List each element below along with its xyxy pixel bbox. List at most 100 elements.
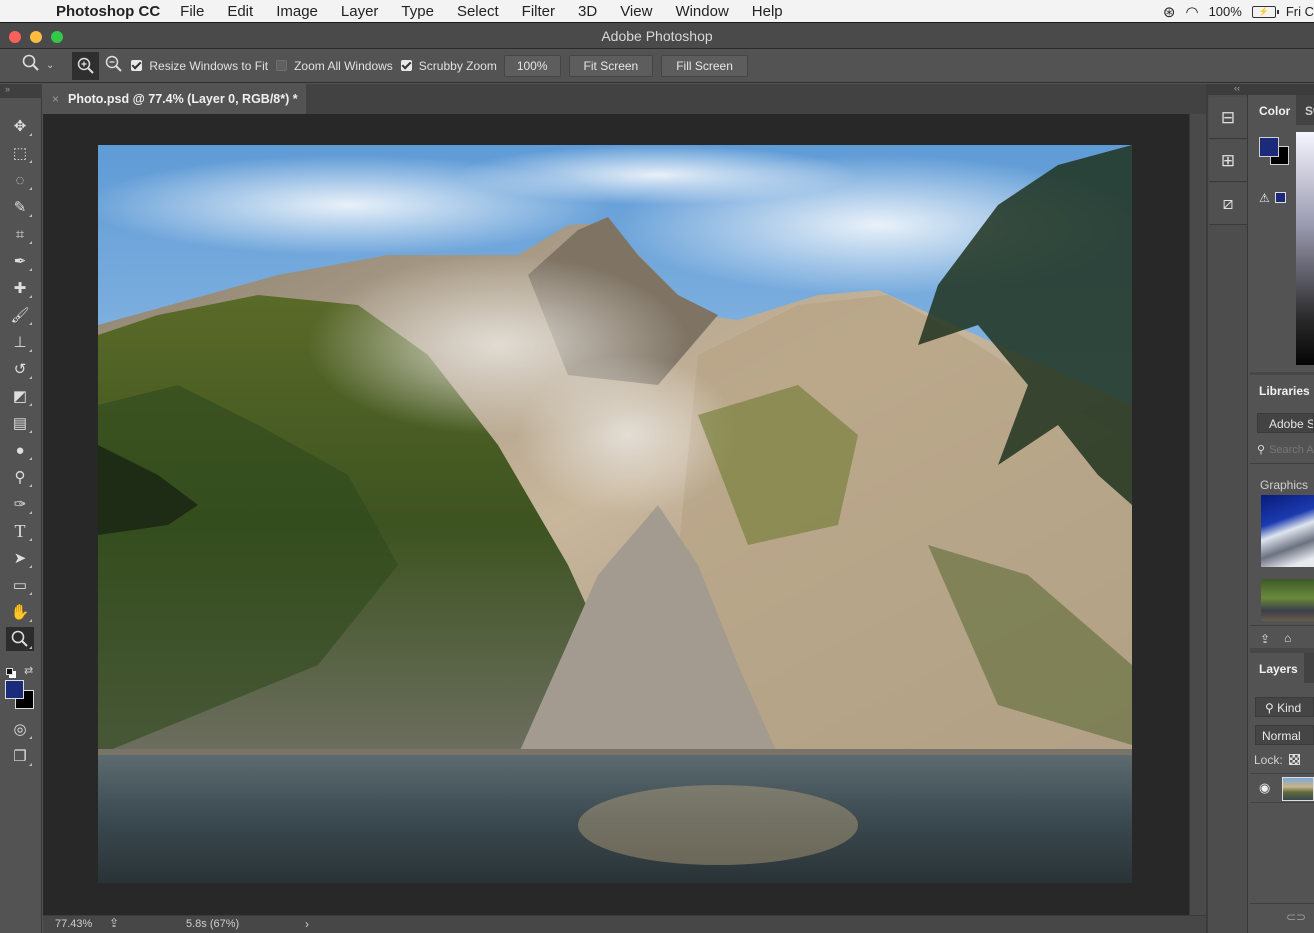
menu-3d[interactable]: 3D <box>578 3 597 20</box>
zoom-out-icon <box>106 55 123 72</box>
lock-row: Lock: <box>1254 753 1300 767</box>
clone-stamp-tool[interactable]: ⊥ <box>6 330 34 354</box>
library-graphic-snowy-mountain[interactable] <box>1261 495 1314 567</box>
blur-tool[interactable]: ● <box>6 438 34 462</box>
window-title: Adobe Photoshop <box>601 28 713 44</box>
tool-preset-picker[interactable] <box>22 54 40 77</box>
tab-swatches[interactable]: Sw <box>1305 104 1314 118</box>
quick-mask-button[interactable]: ◎ <box>6 717 34 741</box>
menu-filter[interactable]: Filter <box>522 3 555 20</box>
library-search-input[interactable]: ⚲Search Adobe Stock <box>1257 443 1314 456</box>
type-tool[interactable]: T <box>6 519 34 543</box>
menu-layer[interactable]: Layer <box>341 3 379 20</box>
tab-libraries[interactable]: Libraries <box>1250 375 1314 405</box>
stamp-icon: ⊥ <box>13 334 27 351</box>
status-menu-arrow[interactable]: › <box>305 917 309 931</box>
history-brush-tool[interactable]: ↺ <box>6 357 34 381</box>
gamut-swatch[interactable] <box>1275 192 1286 203</box>
vertical-scrollbar[interactable] <box>1189 114 1206 915</box>
screen-mode-button[interactable]: ❐ <box>6 744 34 768</box>
gradient-tool[interactable]: ▤ <box>6 411 34 435</box>
brush-tool[interactable]: 🖌 <box>6 303 34 327</box>
zoom-icon <box>11 630 28 647</box>
menu-view[interactable]: View <box>620 3 652 20</box>
library-search-placeholder: Search Adobe Stock <box>1269 444 1314 456</box>
zoom-out-button[interactable] <box>105 55 123 76</box>
zoom-tool[interactable] <box>6 627 34 651</box>
clock[interactable]: Fri C <box>1286 4 1314 19</box>
dock-collapse-button[interactable]: ‹‹ <box>1210 84 1314 95</box>
layer-row[interactable]: ◉ <box>1250 773 1314 803</box>
chevron-down-icon[interactable]: ⌄ <box>46 60 54 71</box>
pen-tool[interactable]: ✑ <box>6 492 34 516</box>
link-layers-icon[interactable]: ⊂⊃ <box>1286 910 1306 924</box>
library-select[interactable]: Adobe Stock <box>1257 413 1314 433</box>
swap-colors-icon[interactable]: ⇄ <box>24 664 33 677</box>
scrubby-zoom-checkbox[interactable] <box>400 60 412 71</box>
history-panel-button[interactable]: ⊟ <box>1209 97 1247 139</box>
path-selection-tool[interactable]: ➤ <box>6 546 34 570</box>
eyedropper-tool[interactable]: ✒ <box>6 249 34 273</box>
canvas-area[interactable] <box>43 114 1189 915</box>
status-bar: 77.43% ⇪ 5.8s (67%) › <box>43 915 1206 933</box>
menu-file[interactable]: File <box>180 3 204 20</box>
library-graphic-forest[interactable] <box>1261 579 1314 621</box>
wifi-icon[interactable]: ◠ <box>1185 3 1198 21</box>
zoom-all-windows-checkbox[interactable] <box>276 60 288 71</box>
app-menu[interactable]: Photoshop CC <box>56 3 160 20</box>
tab-color[interactable]: Color <box>1250 95 1296 125</box>
zoom-100-button[interactable]: 100% <box>503 54 561 77</box>
menu-help[interactable]: Help <box>752 3 783 20</box>
color-swatches: ⇄ <box>4 664 38 714</box>
zoom-level-field[interactable]: 77.43% <box>55 918 92 930</box>
color-panel-foreground[interactable] <box>1259 137 1279 157</box>
quick-selection-tool[interactable]: ✎ <box>6 195 34 219</box>
move-icon: ✥ <box>13 118 27 135</box>
creative-cloud-sync-icon[interactable]: ⌂ <box>1284 631 1291 645</box>
lasso-tool[interactable]: ◌ <box>6 168 34 192</box>
layer-kind-filter[interactable]: ⚲ Kind <box>1255 697 1314 717</box>
battery-charging-icon[interactable]: ⚡ <box>1251 5 1279 18</box>
properties-panel-button[interactable]: ⊞ <box>1209 140 1247 182</box>
resize-windows-checkbox[interactable] <box>131 60 143 71</box>
toolbar-collapse-button[interactable]: » <box>0 84 42 98</box>
screen-mode-icon: ❐ <box>13 748 27 765</box>
paths-panel-button[interactable]: ⧄ <box>1209 183 1247 225</box>
photo-canvas[interactable] <box>98 145 1132 883</box>
fill-screen-button[interactable]: Fill Screen <box>661 54 748 77</box>
menu-edit[interactable]: Edit <box>227 3 253 20</box>
document-tab[interactable]: × Photo.psd @ 77.4% (Layer 0, RGB/8*) * <box>43 84 306 114</box>
crop-tool[interactable]: ⌗ <box>6 222 34 246</box>
menu-type[interactable]: Type <box>401 3 434 20</box>
close-tab-icon[interactable]: × <box>52 92 59 106</box>
menu-select[interactable]: Select <box>457 3 499 20</box>
creative-cloud-icon[interactable]: ⊛ <box>1163 3 1176 21</box>
menu-image[interactable]: Image <box>276 3 318 20</box>
blend-mode-select[interactable]: Normal <box>1255 725 1314 745</box>
dodge-tool[interactable]: ⚲ <box>6 465 34 489</box>
arrow-cursor-icon: ➤ <box>13 550 27 567</box>
color-spectrum-ramp[interactable] <box>1296 132 1314 365</box>
hand-icon: ✋ <box>10 604 30 621</box>
fit-screen-button[interactable]: Fit Screen <box>568 54 654 77</box>
divider <box>1250 463 1314 464</box>
move-tool[interactable]: ✥ <box>6 114 34 138</box>
eraser-tool[interactable]: ◩ <box>6 384 34 408</box>
lock-transparency-icon[interactable] <box>1288 754 1300 765</box>
upload-icon[interactable]: ⇪ <box>1260 632 1270 646</box>
battery-percent: 100% <box>1208 4 1242 19</box>
hand-tool[interactable]: ✋ <box>6 600 34 624</box>
visibility-eye-icon[interactable]: ◉ <box>1259 780 1270 796</box>
share-export-icon[interactable]: ⇪ <box>109 916 119 930</box>
healing-brush-tool[interactable]: ✚ <box>6 276 34 300</box>
menu-window[interactable]: Window <box>675 3 728 20</box>
brush-icon: 🖌 <box>10 307 30 324</box>
gamut-warning-icon[interactable]: ⚠ <box>1259 191 1270 205</box>
tab-layers[interactable]: Layers <box>1250 653 1304 683</box>
rectangle-tool[interactable]: ▭ <box>6 573 34 597</box>
marquee-tool[interactable]: ⬚ <box>6 141 34 165</box>
libraries-footer: ⇪ ⌂ <box>1250 625 1314 653</box>
foreground-color-swatch[interactable] <box>5 680 24 699</box>
layer-thumbnail <box>1282 777 1314 801</box>
zoom-in-button[interactable] <box>72 51 100 80</box>
